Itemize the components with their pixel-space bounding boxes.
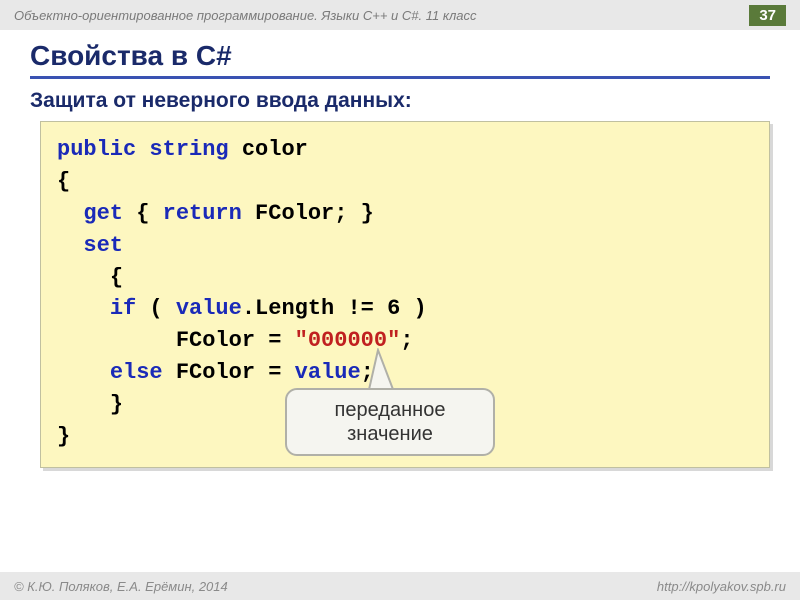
kw-public: public (57, 137, 136, 162)
slide-subtitle: Защита от неверного ввода данных: (30, 89, 770, 113)
kw-if: if (110, 296, 136, 321)
callout-line-2: значение (299, 422, 481, 446)
slide-footer: © К.Ю. Поляков, Е.А. Ерёмин, 2014 http:/… (0, 572, 800, 600)
brace-close-2: } (110, 392, 123, 417)
kw-value-1: value (176, 296, 242, 321)
brace-open-2: { (110, 265, 123, 290)
kw-set: set (83, 233, 123, 258)
slide-header: Объектно-ориентированное программировани… (0, 0, 800, 30)
footer-copyright: © К.Ю. Поляков, Е.А. Ерёмин, 2014 (14, 579, 228, 594)
ident-color: color (229, 137, 308, 162)
brace-open-1: { (57, 169, 70, 194)
kw-value-2: value (295, 360, 361, 385)
kw-string: string (149, 137, 228, 162)
footer-url: http://kpolyakov.spb.ru (657, 579, 786, 594)
course-title: Объектно-ориентированное программировани… (14, 8, 477, 23)
callout-box: переданное значение (285, 388, 495, 456)
page-number: 37 (749, 5, 786, 26)
slide-title: Свойства в C# (30, 40, 770, 79)
kw-get: get (83, 201, 123, 226)
kw-else: else (110, 360, 163, 385)
callout-line-1: переданное (299, 398, 481, 422)
subtitle-text: Защита от неверного ввода данных (30, 89, 405, 112)
kw-return: return (163, 201, 242, 226)
subtitle-colon: : (405, 89, 412, 112)
brace-close-1: } (57, 424, 70, 449)
